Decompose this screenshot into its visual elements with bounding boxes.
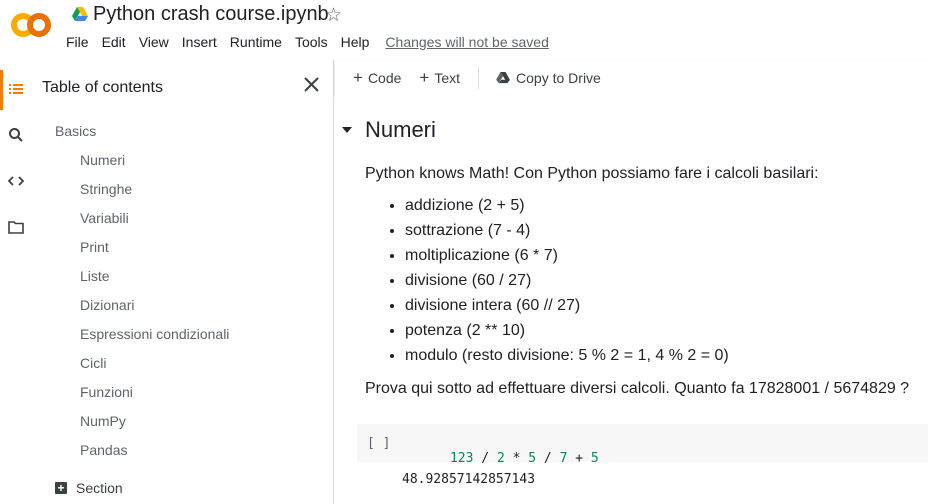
- code-token: 123: [449, 451, 474, 466]
- intro-text: Python knows Math! Con Python possiamo f…: [365, 165, 819, 182]
- add-section-button[interactable]: + Section: [55, 480, 123, 496]
- menu-runtime[interactable]: Runtime: [230, 34, 282, 50]
- toc-item[interactable]: Pandas: [80, 442, 229, 471]
- toc-icon[interactable]: [8, 81, 24, 97]
- folder-icon[interactable]: [8, 219, 24, 235]
- toc-item-basics[interactable]: Basics: [55, 123, 96, 139]
- code-token: 5: [590, 451, 599, 466]
- star-icon[interactable]: ☆: [325, 4, 342, 27]
- cell-output: 48.92857142857143: [402, 472, 536, 487]
- menu-help[interactable]: Help: [341, 34, 370, 50]
- toc-item[interactable]: Espressioni condizionali: [80, 326, 229, 355]
- notebook-title[interactable]: Python crash course.ipynb: [93, 3, 329, 26]
- toc-list: Numeri Stringhe Variabili Print Liste Di…: [80, 152, 229, 471]
- toc-item[interactable]: Print: [80, 239, 229, 268]
- active-indicator: [0, 70, 3, 110]
- plus-icon: +: [353, 68, 363, 87]
- add-text-label: Text: [434, 70, 461, 86]
- toc-item[interactable]: Dizionari: [80, 297, 229, 326]
- toc-item[interactable]: Stringhe: [80, 181, 229, 210]
- drive-icon: [72, 7, 88, 21]
- list-item: divisione intera (60 // 27): [405, 297, 729, 322]
- list-item: modulo (resto divisione: 5 % 2 = 1, 4 % …: [405, 347, 729, 372]
- side-rail: [0, 60, 33, 504]
- notebook-toolbar: + Code + Text Copy to Drive: [335, 60, 928, 96]
- code-token: *: [504, 451, 529, 466]
- collapse-caret-icon[interactable]: [342, 127, 352, 133]
- list-item: potenza (2 ** 10): [405, 322, 729, 347]
- header: Python crash course.ipynb ☆ File Edit Vi…: [0, 0, 928, 60]
- run-cell-button[interactable]: [ ]: [367, 436, 390, 451]
- toc-item[interactable]: NumPy: [80, 413, 229, 442]
- add-section-label: Section: [76, 480, 123, 496]
- add-code-label: Code: [367, 70, 402, 86]
- code-cell[interactable]: [ ] 123 / 2 * 5 / 7 + 5: [357, 424, 928, 466]
- toc-panel: Table of contents Basics Numeri Stringhe…: [33, 60, 334, 504]
- toolbar-divider: [478, 67, 480, 89]
- notebook-content: Numeri Python knows Math! Con Python pos…: [335, 96, 928, 504]
- code-token: 5: [528, 451, 537, 466]
- operations-list: addizione (2 + 5) sottrazione (7 - 4) mo…: [405, 197, 729, 372]
- list-item: moltiplicazione (6 * 7): [405, 247, 729, 272]
- menu-edit[interactable]: Edit: [102, 34, 126, 50]
- colab-logo[interactable]: [10, 12, 52, 38]
- list-item: sottrazione (7 - 4): [405, 222, 729, 247]
- list-item: divisione (60 / 27): [405, 272, 729, 297]
- toc-item[interactable]: Cicli: [80, 355, 229, 384]
- toc-title: Table of contents: [42, 79, 163, 96]
- menu-insert[interactable]: Insert: [182, 34, 217, 50]
- toc-item[interactable]: Variabili: [80, 210, 229, 239]
- toc-item[interactable]: Funzioni: [80, 384, 229, 413]
- search-icon[interactable]: [8, 127, 24, 143]
- code-token: 2: [496, 451, 505, 466]
- exercise-prompt: Prova qui sotto ad effettuare diversi ca…: [365, 380, 910, 397]
- plus-box-icon: +: [55, 482, 67, 494]
- drive-icon: [496, 72, 510, 84]
- section-heading: Numeri: [365, 117, 436, 142]
- toc-item[interactable]: Numeri: [80, 152, 229, 181]
- plus-icon: +: [419, 68, 430, 87]
- unsaved-changes-link[interactable]: Changes will not be saved: [385, 34, 548, 50]
- menu-file[interactable]: File: [66, 34, 89, 50]
- menu-bar: File Edit View Insert Runtime Tools Help…: [66, 34, 562, 50]
- add-code-button[interactable]: + Code: [353, 68, 401, 88]
- copy-to-drive-label: Copy to Drive: [516, 70, 601, 86]
- code-token: /: [536, 451, 560, 466]
- code-token: /: [473, 451, 497, 466]
- code-token: +: [567, 451, 591, 466]
- menu-tools[interactable]: Tools: [295, 34, 328, 50]
- add-text-button[interactable]: + Text: [419, 68, 460, 88]
- toc-item[interactable]: Liste: [80, 268, 229, 297]
- code-icon[interactable]: [8, 173, 24, 189]
- close-icon[interactable]: [303, 76, 320, 93]
- menu-view[interactable]: View: [139, 34, 169, 50]
- copy-to-drive-button[interactable]: Copy to Drive: [496, 70, 601, 86]
- list-item: addizione (2 + 5): [405, 197, 729, 222]
